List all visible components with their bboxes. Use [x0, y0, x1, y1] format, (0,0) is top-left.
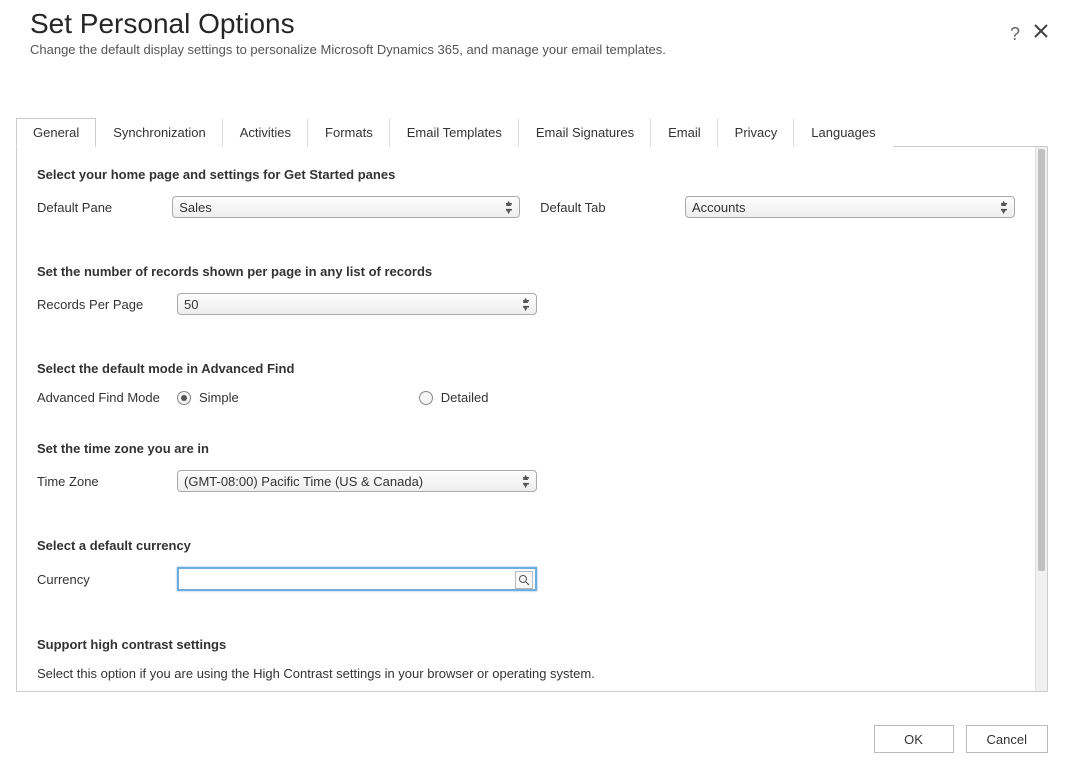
dialog-subtitle: Change the default display settings to p…	[30, 42, 666, 57]
section-advfind-title: Select the default mode in Advanced Find	[37, 361, 1015, 376]
tab-activities[interactable]: Activities	[223, 118, 308, 147]
timezone-select[interactable]: (GMT-08:00) Pacific Time (US & Canada) ▲…	[177, 470, 537, 492]
tab-formats[interactable]: Formats	[308, 118, 390, 147]
section-highcontrast-title: Support high contrast settings	[37, 637, 1015, 652]
ok-button[interactable]: OK	[874, 725, 954, 753]
currency-lookup[interactable]	[177, 567, 537, 591]
currency-lookup-icon[interactable]	[515, 571, 533, 589]
section-currency-title: Select a default currency	[37, 538, 1015, 553]
section-homepage-title: Select your home page and settings for G…	[37, 167, 1015, 182]
scrollbar[interactable]	[1035, 147, 1047, 691]
section-timezone-title: Set the time zone you are in	[37, 441, 1015, 456]
default-pane-label: Default Pane	[37, 200, 172, 215]
default-tab-value: Accounts	[692, 200, 745, 215]
advfind-radio-simple-label: Simple	[199, 390, 239, 405]
tab-synchronization[interactable]: Synchronization	[96, 118, 223, 147]
advfind-radio-simple[interactable]	[177, 391, 191, 405]
tab-general[interactable]: General	[16, 118, 96, 147]
default-tab-label: Default Tab	[520, 200, 685, 215]
help-icon[interactable]: ?	[1010, 24, 1020, 45]
dialog-title: Set Personal Options	[30, 8, 666, 40]
tab-privacy[interactable]: Privacy	[718, 118, 795, 147]
cancel-button[interactable]: Cancel	[966, 725, 1048, 753]
scrollbar-thumb[interactable]	[1038, 149, 1045, 571]
records-per-page-value: 50	[184, 297, 198, 312]
records-per-page-select[interactable]: 50 ▲▼	[177, 293, 537, 315]
highcontrast-helper: Select this option if you are using the …	[37, 666, 1015, 681]
tab-languages[interactable]: Languages	[794, 118, 892, 147]
currency-label: Currency	[37, 572, 177, 587]
section-records-title: Set the number of records shown per page…	[37, 264, 1015, 279]
records-per-page-label: Records Per Page	[37, 297, 177, 312]
tab-bar: General Synchronization Activities Forma…	[16, 117, 1048, 147]
tab-content: Select your home page and settings for G…	[17, 147, 1035, 691]
advfind-radio-detailed[interactable]	[419, 391, 433, 405]
advfind-radio-detailed-label: Detailed	[441, 390, 489, 405]
default-pane-select[interactable]: Sales ▲▼	[172, 196, 520, 218]
advfind-mode-label: Advanced Find Mode	[37, 390, 177, 405]
tab-email[interactable]: Email	[651, 118, 718, 147]
tab-email-templates[interactable]: Email Templates	[390, 118, 519, 147]
default-pane-value: Sales	[179, 200, 212, 215]
default-tab-select[interactable]: Accounts ▲▼	[685, 196, 1015, 218]
timezone-value: (GMT-08:00) Pacific Time (US & Canada)	[184, 474, 423, 489]
tab-email-signatures[interactable]: Email Signatures	[519, 118, 651, 147]
timezone-label: Time Zone	[37, 474, 177, 489]
close-icon[interactable]	[1034, 24, 1048, 45]
